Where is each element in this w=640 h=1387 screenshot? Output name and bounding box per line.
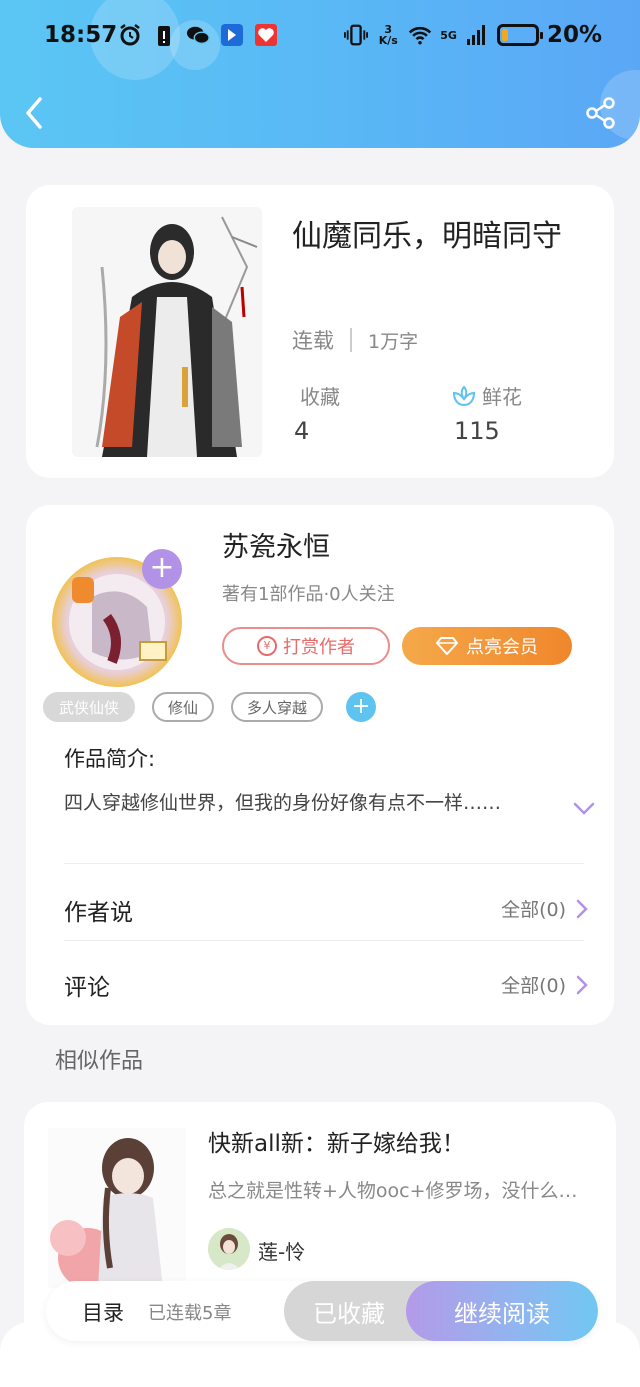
net-speed: 3 K/s bbox=[376, 24, 400, 46]
book-title: 仙魔同乐，明暗同守 bbox=[292, 219, 562, 254]
toc-button[interactable]: 目录 bbox=[82, 1297, 124, 1327]
favorites-value: 4 bbox=[294, 417, 310, 445]
status-bar: 18:57 3 K/s 5G 20% bbox=[0, 0, 640, 70]
book-word-count: 1万字 bbox=[368, 330, 419, 353]
share-button[interactable] bbox=[584, 96, 618, 130]
continue-reading-button[interactable]: 继续阅读 bbox=[406, 1281, 598, 1341]
alarm-icon bbox=[118, 23, 142, 47]
tag[interactable]: 武侠仙侠 bbox=[43, 692, 136, 722]
cover-illustration bbox=[72, 207, 262, 457]
author-name: 苏瓷永恒 bbox=[222, 532, 330, 563]
collected-label: 已收藏 bbox=[313, 1299, 385, 1328]
flowers-value: 115 bbox=[454, 417, 500, 445]
tag[interactable]: 修仙 bbox=[152, 692, 215, 722]
similar-section-title: 相似作品 bbox=[55, 1049, 144, 1074]
comments-label: 评论 bbox=[64, 975, 110, 1001]
flowers-label: 鲜花 bbox=[482, 385, 522, 409]
tip-author-label: 打赏作者 bbox=[283, 637, 355, 658]
vip-label: 点亮会员 bbox=[466, 637, 538, 658]
chapter-count: 已连载5章 bbox=[148, 1303, 232, 1324]
divider bbox=[64, 940, 584, 941]
share-icon bbox=[586, 97, 615, 129]
battery-alert-icon bbox=[152, 23, 176, 47]
battery-percent: 20% bbox=[546, 22, 602, 48]
status-time: 18:57 bbox=[44, 22, 118, 48]
favorites-label: 收藏 bbox=[300, 385, 340, 409]
battery-icon bbox=[496, 24, 543, 46]
divider bbox=[350, 328, 352, 352]
book-info-card: 仙魔同乐，明暗同守 连载 1万字 收藏 4 鲜花 115 bbox=[26, 185, 614, 478]
intro-text: 四人穿越修仙世界，但我的身份好像有点不一样…… bbox=[64, 792, 502, 814]
back-button[interactable] bbox=[20, 94, 50, 132]
intro-title: 作品简介: bbox=[64, 747, 156, 771]
flower-icon bbox=[452, 385, 476, 406]
book-status: 连载 bbox=[292, 329, 334, 353]
similar-book-desc: 总之就是性转+人物ooc+修罗场，没什么… bbox=[208, 1180, 578, 1202]
app-notification-icon bbox=[254, 23, 278, 47]
coin-icon: ¥ bbox=[257, 636, 277, 656]
comments-link[interactable]: 全部(0) bbox=[501, 971, 588, 998]
expand-chevron-icon[interactable] bbox=[572, 801, 596, 817]
author-meta: 著有1部作品·0人关注 bbox=[222, 584, 395, 605]
tag[interactable]: 多人穿越 bbox=[231, 692, 324, 722]
wifi-icon bbox=[408, 23, 432, 47]
diamond-icon bbox=[436, 637, 458, 655]
comments-count: 全部(0) bbox=[501, 975, 566, 997]
cover-illustration bbox=[48, 1128, 186, 1288]
wechat-icon bbox=[186, 23, 210, 47]
author-says-link[interactable]: 全部(0) bbox=[501, 895, 588, 922]
header: 18:57 3 K/s 5G 20% bbox=[0, 0, 640, 148]
vip-button[interactable]: 点亮会员 bbox=[402, 627, 572, 665]
similar-book-cover bbox=[48, 1128, 186, 1288]
follow-author-button[interactable]: + bbox=[142, 549, 182, 589]
net-speed-unit: K/s bbox=[378, 34, 398, 47]
vibrate-icon bbox=[344, 23, 369, 47]
similar-author-name: 莲-怜 bbox=[258, 1240, 306, 1264]
chevron-right-icon bbox=[576, 899, 588, 918]
bottom-action-bar: 目录 已连载5章 已收藏 继续阅读 bbox=[46, 1281, 598, 1341]
app-notification-icon bbox=[220, 23, 244, 47]
similar-author-avatar bbox=[208, 1228, 250, 1270]
add-tag-button[interactable]: + bbox=[346, 692, 377, 722]
continue-reading-label: 继续阅读 bbox=[454, 1299, 550, 1328]
battery-level bbox=[501, 29, 508, 41]
book-meta: 连载 1万字 bbox=[292, 325, 418, 355]
tip-author-button[interactable]: ¥ 打赏作者 bbox=[222, 627, 390, 665]
flowers-stat[interactable]: 鲜花 bbox=[452, 381, 522, 410]
tag-list: 武侠仙侠 修仙 多人穿越 + bbox=[43, 692, 377, 722]
divider bbox=[64, 863, 584, 864]
signal-label: 5G bbox=[440, 28, 457, 42]
author-card: + 苏瓷永恒 著有1部作品·0人关注 ¥ 打赏作者 点亮会员 武侠仙侠 修仙 多… bbox=[26, 505, 614, 1025]
author-says-count: 全部(0) bbox=[501, 899, 566, 921]
signal-icon bbox=[465, 23, 489, 47]
chevron-right-icon bbox=[576, 975, 588, 994]
author-says-label: 作者说 bbox=[64, 900, 133, 926]
similar-book-title: 快新all新：新子嫁给我！ bbox=[208, 1131, 465, 1157]
book-cover[interactable] bbox=[72, 207, 262, 457]
